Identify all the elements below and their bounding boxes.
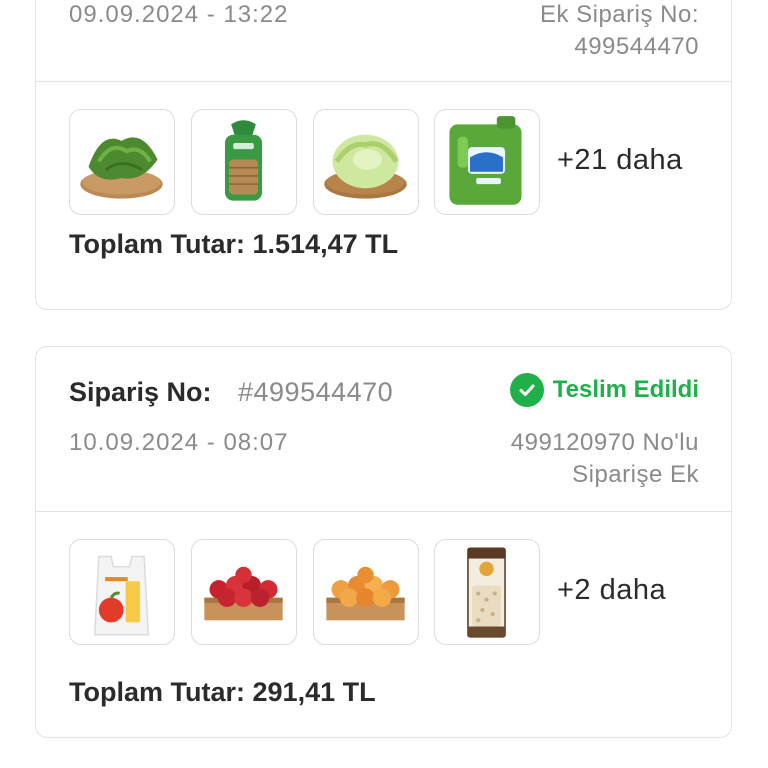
order-number: #499544470 xyxy=(238,377,394,407)
order-note-line: 499120970 No'lu xyxy=(510,429,699,456)
product-thumbnails: +2 daha xyxy=(36,512,731,654)
total-value: 1.514,47 TL xyxy=(252,229,399,259)
status-text: Teslim Edildi xyxy=(552,376,699,403)
bread-bag-icon xyxy=(224,120,263,201)
check-circle-icon xyxy=(509,373,544,407)
more-items-label[interactable]: +2 daha xyxy=(557,574,666,607)
total-label: Toplam Tutar: xyxy=(69,677,245,707)
apples-crate-icon xyxy=(204,566,283,621)
product-thumbnail[interactable] xyxy=(313,109,419,215)
product-thumbnails: +21 daha xyxy=(36,82,731,224)
oats-package-icon xyxy=(467,547,506,638)
order-total: Toplam Tutar: 291,41 TL xyxy=(69,677,376,708)
order-note-line: 499544470 xyxy=(574,33,699,60)
order-date: 09.09.2024 - 13:22 xyxy=(69,1,289,28)
order-note-line: Ek Sipariş No: xyxy=(539,1,699,28)
detergent-bottle-icon xyxy=(449,116,522,205)
status-badge: Teslim Edildi xyxy=(509,373,699,407)
total-label: Toplam Tutar: xyxy=(69,229,245,259)
order-number-label: Sipariş No: xyxy=(69,377,212,407)
product-thumbnail[interactable] xyxy=(191,539,297,645)
order-note: Ek Sipariş No: 499544470 xyxy=(540,0,699,63)
order-card[interactable]: Sipariş No: #499544470 Teslim Edildi 10.… xyxy=(35,346,732,738)
product-thumbnail[interactable] xyxy=(69,109,175,215)
product-thumbnail[interactable] xyxy=(69,539,175,645)
shopping-bag-icon xyxy=(93,555,150,636)
order-total: Toplam Tutar: 1.514,47 TL xyxy=(69,229,398,260)
peaches-crate-icon xyxy=(326,566,405,621)
order-note: 499120970 No'lu Siparişe Ek xyxy=(511,427,699,491)
product-thumbnail[interactable] xyxy=(191,109,297,215)
more-items-label[interactable]: +21 daha xyxy=(557,144,683,177)
order-card[interactable]: 09.09.2024 - 13:22 Ek Sipariş No: 499544… xyxy=(35,0,732,310)
lettuce-icon xyxy=(324,134,407,199)
order-date: 10.09.2024 - 08:07 xyxy=(69,429,289,456)
product-thumbnail[interactable] xyxy=(434,539,540,645)
order-header: 09.09.2024 - 13:22 Ek Sipariş No: 499544… xyxy=(36,0,731,81)
product-thumbnail[interactable] xyxy=(313,539,419,645)
spinach-icon xyxy=(80,137,163,199)
product-thumbnail[interactable] xyxy=(434,109,540,215)
order-header: Sipariş No: #499544470 Teslim Edildi 10.… xyxy=(36,347,731,511)
order-note-line: Siparişe Ek xyxy=(572,461,699,488)
total-value: 291,41 TL xyxy=(252,677,376,707)
